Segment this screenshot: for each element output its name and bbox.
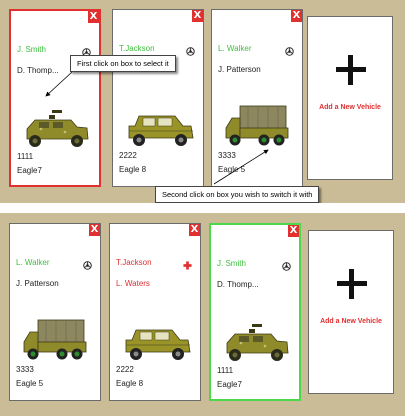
humvee-icon (226, 323, 289, 362)
covered-truck-icon (23, 319, 87, 360)
top-panel: X J. Smith D. Thomp... 1111 Eagle7 X T.J… (0, 0, 405, 203)
vehicle-card[interactable]: X T.Jackson L. Waters 2222 Eagle 8 (109, 223, 201, 401)
driver-name: T.Jackson (119, 44, 155, 53)
second-click-tooltip: Second click on box you wish to switch i… (155, 186, 320, 203)
red-cross-icon (183, 261, 192, 270)
partner-name: D. Thomp... (17, 66, 59, 75)
partner-name: D. Thomp... (217, 280, 259, 289)
add-vehicle-label: Add a New Vehicle (320, 318, 382, 325)
partner-name: J. Patterson (218, 65, 261, 74)
unit-name: Eagle 5 (16, 379, 44, 388)
close-icon[interactable]: X (189, 224, 200, 236)
vehicle-card[interactable]: X L. Walker J. Patterson 3333 Eagle 5 (9, 223, 101, 401)
steering-wheel-icon (282, 262, 291, 271)
add-vehicle-button[interactable]: Add a New Vehicle (308, 230, 394, 394)
unit-number: 1111 (17, 152, 34, 161)
driver-name: T.Jackson (116, 258, 152, 267)
unit-number: 2222 (116, 365, 134, 374)
add-vehicle-button[interactable]: Add a New Vehicle (307, 16, 393, 180)
partner-name: J. Patterson (16, 279, 59, 288)
driver-name: L. Walker (218, 44, 252, 53)
partner-name: L. Waters (116, 279, 150, 288)
driver-name: J. Smith (17, 45, 46, 54)
driver-name: L. Walker (16, 258, 50, 267)
close-icon[interactable]: X (88, 11, 99, 23)
unit-name: Eagle 5 (218, 165, 246, 174)
unit-name: Eagle 8 (119, 165, 147, 174)
bottom-panel: X L. Walker J. Patterson 3333 Eagle 5 X … (0, 214, 405, 416)
plus-icon (336, 55, 366, 85)
driver-name: J. Smith (217, 259, 246, 268)
suv-icon (125, 329, 191, 361)
close-icon[interactable]: X (291, 10, 302, 22)
add-vehicle-label: Add a New Vehicle (319, 104, 381, 111)
steering-wheel-icon (186, 47, 195, 56)
plus-icon (337, 269, 367, 299)
suv-icon (128, 115, 194, 147)
vehicle-card[interactable]: X L. Walker J. Patterson 3333 Eagle 5 (211, 9, 303, 187)
vehicle-card[interactable]: X J. Smith D. Thomp... 1111 Eagle7 (9, 9, 101, 187)
vehicle-card[interactable]: X J. Smith D. Thomp... 1111 Eagle7 (209, 223, 301, 401)
unit-number: 3333 (16, 365, 34, 374)
close-icon[interactable]: X (89, 224, 100, 236)
steering-wheel-icon (285, 47, 294, 56)
unit-name: Eagle7 (17, 166, 42, 175)
unit-number: 3333 (218, 151, 236, 160)
close-icon[interactable]: X (192, 10, 203, 22)
unit-number: 2222 (119, 151, 137, 160)
close-icon[interactable]: X (288, 225, 299, 237)
humvee-icon (26, 109, 89, 148)
vehicle-card[interactable]: X T.Jackson L. Waters 2222 Eagle 8 (112, 9, 204, 187)
panel-divider (0, 203, 405, 213)
steering-wheel-icon (83, 261, 92, 270)
first-click-tooltip: First click on box to select it (70, 55, 176, 72)
covered-truck-icon (225, 105, 289, 146)
unit-number: 1111 (217, 366, 234, 375)
unit-name: Eagle 8 (116, 379, 144, 388)
unit-name: Eagle7 (217, 380, 242, 389)
